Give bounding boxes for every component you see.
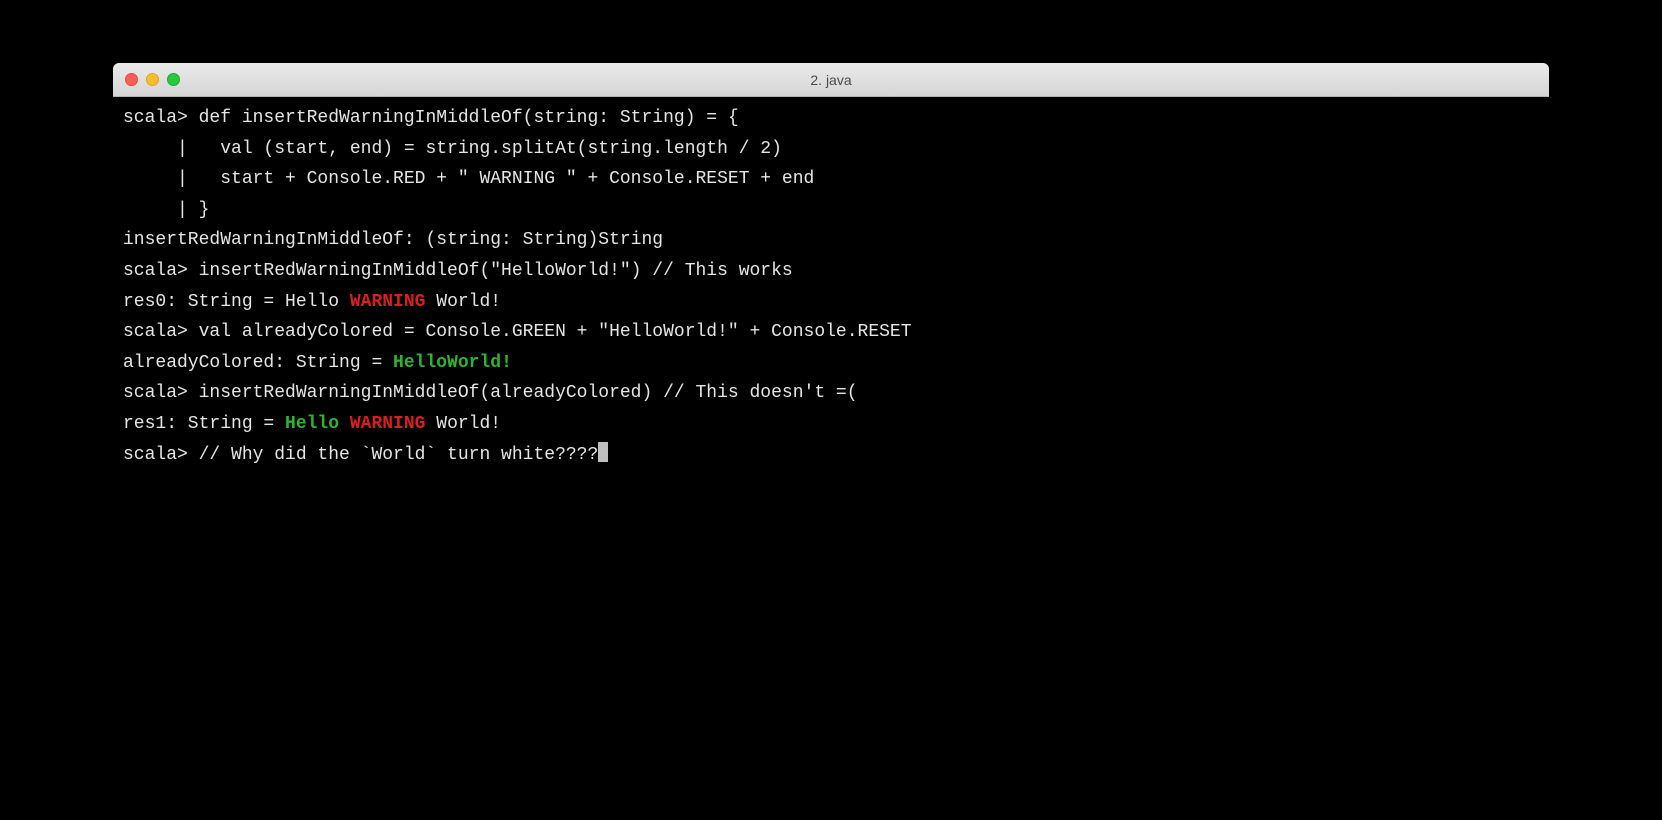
- terminal-line: res1: String = Hello WARNING World!: [123, 409, 1539, 440]
- maximize-icon[interactable]: [167, 73, 180, 86]
- cursor-icon: [598, 442, 608, 462]
- terminal-line: scala> insertRedWarningInMiddleOf(alread…: [123, 378, 1539, 409]
- window-title: 2. java: [113, 72, 1549, 88]
- output-text: res1: String =: [123, 414, 285, 434]
- red-warning-text: WARNING: [350, 292, 426, 312]
- close-icon[interactable]: [125, 73, 138, 86]
- terminal-line: alreadyColored: String = HelloWorld!: [123, 348, 1539, 379]
- terminal-line: | val (start, end) = string.splitAt(stri…: [123, 134, 1539, 165]
- titlebar[interactable]: 2. java: [113, 63, 1549, 97]
- terminal-body[interactable]: scala> def insertRedWarningInMiddleOf(st…: [113, 97, 1549, 510]
- minimize-icon[interactable]: [146, 73, 159, 86]
- green-text: HelloWorld!: [393, 353, 512, 373]
- red-warning-text: WARNING: [350, 414, 426, 434]
- terminal-line: scala> val alreadyColored = Console.GREE…: [123, 317, 1539, 348]
- output-text: alreadyColored: String =: [123, 353, 393, 373]
- terminal-line: res0: String = Hello WARNING World!: [123, 287, 1539, 318]
- green-text: Hello: [285, 414, 350, 434]
- terminal-line: | start + Console.RED + " WARNING " + Co…: [123, 164, 1539, 195]
- output-text: scala> // Why did the `World` turn white…: [123, 445, 598, 465]
- terminal-line: insertRedWarningInMiddleOf: (string: Str…: [123, 225, 1539, 256]
- terminal-line: scala> def insertRedWarningInMiddleOf(st…: [123, 103, 1539, 134]
- terminal-window: 2. java scala> def insertRedWarningInMid…: [113, 63, 1549, 510]
- output-text: World!: [425, 414, 501, 434]
- terminal-line: scala> insertRedWarningInMiddleOf("Hello…: [123, 256, 1539, 287]
- terminal-line: scala> // Why did the `World` turn white…: [123, 440, 1539, 471]
- output-text: res0: String = Hello: [123, 292, 350, 312]
- traffic-lights: [113, 73, 180, 86]
- terminal-line: | }: [123, 195, 1539, 226]
- output-text: World!: [425, 292, 501, 312]
